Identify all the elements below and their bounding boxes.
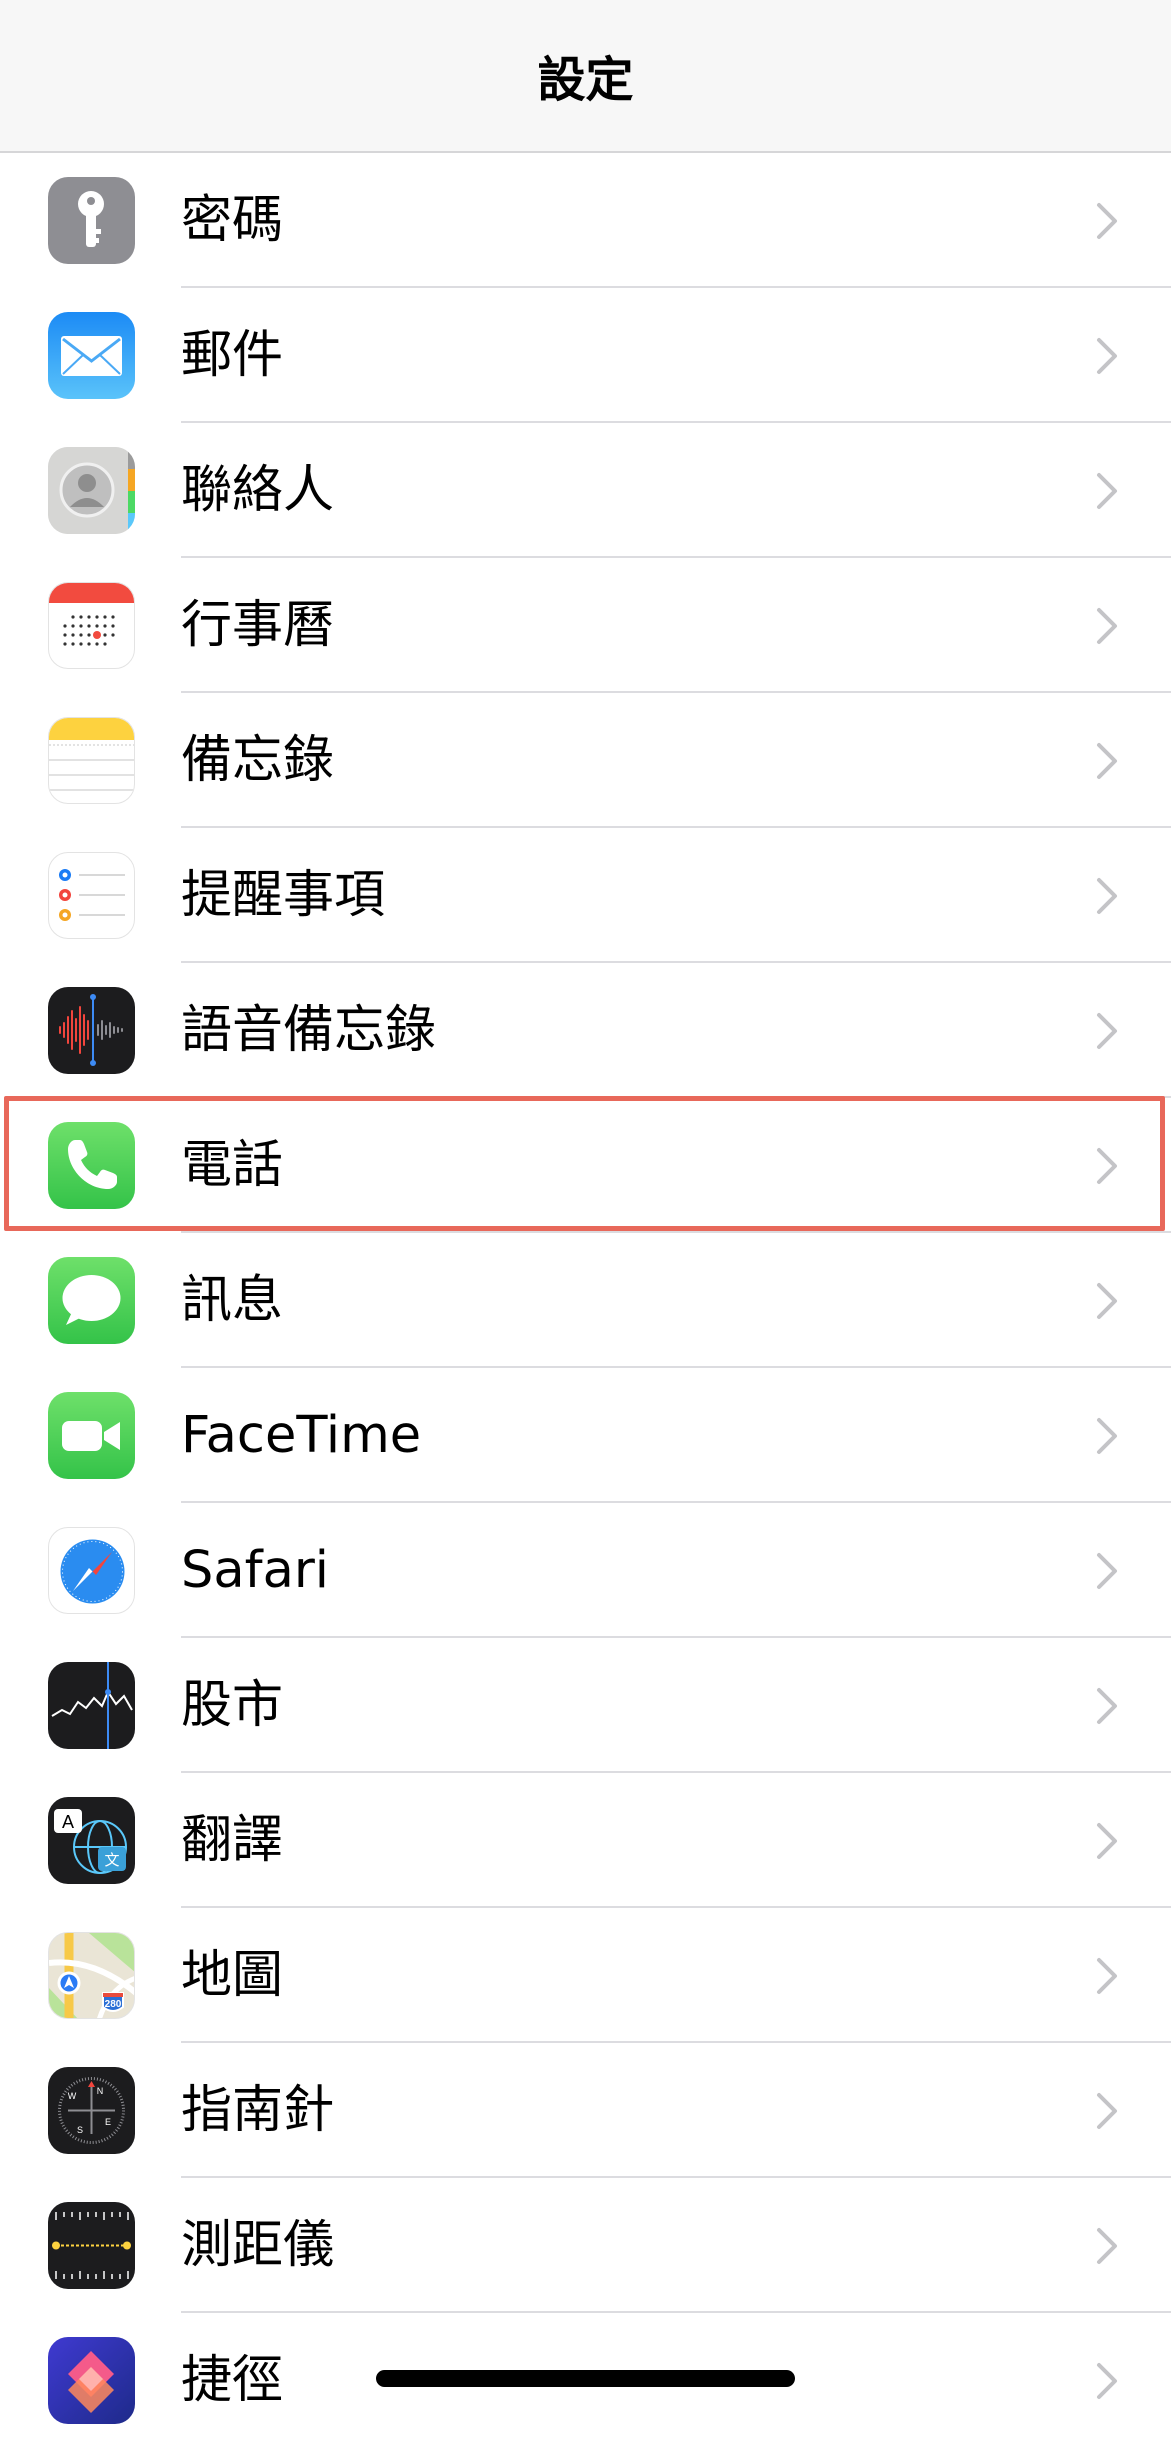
translate-icon-glyph-b: 文 bbox=[104, 1851, 119, 1869]
key-icon bbox=[48, 177, 135, 264]
compass-icon-letter-s: S bbox=[77, 2125, 83, 2135]
phone-icon bbox=[48, 1122, 135, 1209]
chevron-right-icon bbox=[1097, 203, 1117, 239]
translate-icon-glyph-a: A bbox=[62, 1812, 74, 1832]
settings-row-calendar[interactable]: 行事曆 bbox=[0, 558, 1171, 693]
chevron-right-icon bbox=[1097, 608, 1117, 644]
settings-row-reminders[interactable]: 提醒事項 bbox=[0, 828, 1171, 963]
settings-row-safari[interactable]: Safari bbox=[0, 1503, 1171, 1638]
settings-row-label: 指南針 bbox=[181, 2081, 335, 2140]
settings-row-label: 聯絡人 bbox=[181, 461, 335, 520]
settings-row-label: FaceTime bbox=[181, 1406, 422, 1465]
settings-row-label: 備忘錄 bbox=[181, 731, 335, 790]
maps-icon: 280 bbox=[48, 1932, 135, 2019]
facetime-icon bbox=[48, 1392, 135, 1479]
settings-row-label: 郵件 bbox=[181, 326, 284, 385]
chevron-right-icon bbox=[1097, 2093, 1117, 2129]
safari-icon bbox=[48, 1527, 135, 1614]
settings-row-label: 行事曆 bbox=[181, 596, 335, 655]
chevron-right-icon bbox=[1097, 1418, 1117, 1454]
reminders-icon bbox=[48, 852, 135, 939]
notes-icon bbox=[48, 717, 135, 804]
mail-icon bbox=[48, 312, 135, 399]
compass-icon-letter-e: E bbox=[105, 2117, 111, 2127]
measure-icon bbox=[48, 2202, 135, 2289]
chevron-right-icon bbox=[1097, 1958, 1117, 1994]
settings-row-label: 測距儀 bbox=[181, 2216, 335, 2275]
settings-row-notes[interactable]: 備忘錄 bbox=[0, 693, 1171, 828]
settings-row-label: 語音備忘錄 bbox=[181, 1001, 437, 1060]
chevron-right-icon bbox=[1097, 1553, 1117, 1589]
compass-icon-letter-n: N bbox=[97, 2086, 104, 2096]
settings-row-label: 股市 bbox=[181, 1676, 284, 1735]
settings-row-contacts[interactable]: 聯絡人 bbox=[0, 423, 1171, 558]
settings-row-stocks[interactable]: 股市 bbox=[0, 1638, 1171, 1773]
settings-row-messages[interactable]: 訊息 bbox=[0, 1233, 1171, 1368]
settings-list: 密碼 郵件 聯絡人 行事曆 備忘錄 提醒事項 語音備忘錄 電話 訊息 FaceT… bbox=[0, 153, 1171, 2448]
messages-icon bbox=[48, 1257, 135, 1344]
settings-row-label: 翻譯 bbox=[181, 1811, 284, 1870]
settings-row-mail[interactable]: 郵件 bbox=[0, 288, 1171, 423]
chevron-right-icon bbox=[1097, 1013, 1117, 1049]
settings-row-label: 捷徑 bbox=[181, 2351, 284, 2410]
chevron-right-icon bbox=[1097, 2363, 1117, 2399]
settings-row-label: 提醒事項 bbox=[181, 866, 386, 925]
compass-icon: N E S W bbox=[48, 2067, 135, 2154]
settings-row-voice-memos[interactable]: 語音備忘錄 bbox=[0, 963, 1171, 1098]
chevron-right-icon bbox=[1097, 878, 1117, 914]
navigation-bar: 設定 bbox=[0, 0, 1171, 153]
settings-row-label: 密碼 bbox=[181, 191, 284, 250]
maps-icon-shield-number: 280 bbox=[105, 1999, 122, 2010]
settings-row-compass[interactable]: N E S W 指南針 bbox=[0, 2043, 1171, 2178]
settings-row-label: 電話 bbox=[181, 1136, 284, 1195]
settings-row-passwords[interactable]: 密碼 bbox=[0, 153, 1171, 288]
page-title: 設定 bbox=[537, 52, 634, 108]
chevron-right-icon bbox=[1097, 1148, 1117, 1184]
settings-row-phone[interactable]: 電話 bbox=[0, 1098, 1171, 1233]
home-indicator[interactable] bbox=[376, 2370, 795, 2387]
voice-memos-icon bbox=[48, 987, 135, 1074]
chevron-right-icon bbox=[1097, 1283, 1117, 1319]
stocks-icon bbox=[48, 1662, 135, 1749]
compass-icon-letter-w: W bbox=[68, 2091, 77, 2101]
calendar-icon bbox=[48, 582, 135, 669]
chevron-right-icon bbox=[1097, 473, 1117, 509]
chevron-right-icon bbox=[1097, 2228, 1117, 2264]
settings-row-translate[interactable]: A 文 翻譯 bbox=[0, 1773, 1171, 1908]
settings-row-facetime[interactable]: FaceTime bbox=[0, 1368, 1171, 1503]
chevron-right-icon bbox=[1097, 338, 1117, 374]
settings-row-measure[interactable]: 測距儀 bbox=[0, 2178, 1171, 2313]
translate-icon: A 文 bbox=[48, 1797, 135, 1884]
chevron-right-icon bbox=[1097, 1823, 1117, 1859]
settings-row-label: 地圖 bbox=[181, 1946, 284, 2005]
settings-row-label: 訊息 bbox=[181, 1271, 284, 1330]
contacts-icon bbox=[48, 447, 135, 534]
settings-row-maps[interactable]: 280 地圖 bbox=[0, 1908, 1171, 2043]
chevron-right-icon bbox=[1097, 1688, 1117, 1724]
chevron-right-icon bbox=[1097, 743, 1117, 779]
settings-row-label: Safari bbox=[181, 1541, 329, 1600]
